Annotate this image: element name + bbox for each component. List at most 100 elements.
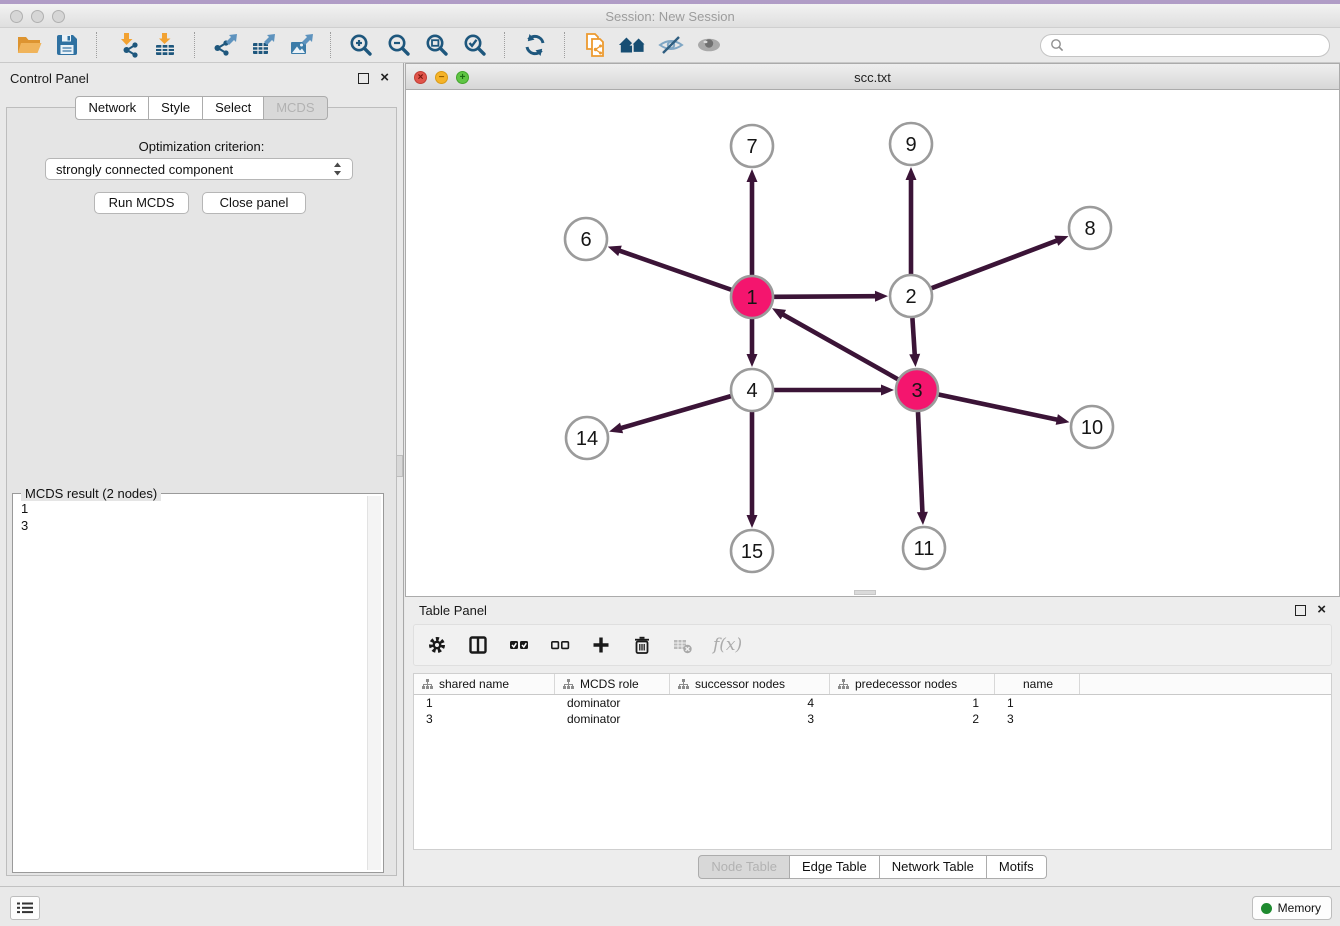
table-row[interactable]: 3dominator323 [414,711,1331,727]
table-cell[interactable]: dominator [555,711,670,727]
eye-slash-icon [658,32,684,58]
refresh-button[interactable] [520,31,550,59]
save-session-button[interactable] [52,31,82,59]
memory-button[interactable]: Memory [1252,896,1332,920]
node-table: shared nameMCDS rolesuccessor nodesprede… [413,673,1332,850]
toolbar-separator [194,32,196,58]
mcds-result-list: 13 [15,498,367,870]
network-file-share-button[interactable] [580,31,610,59]
close-panel-icon[interactable]: × [380,72,389,84]
table-cell[interactable]: 3 [670,711,830,727]
search-box[interactable] [1040,34,1330,57]
column-type-icon [838,679,849,690]
table-cell[interactable]: 3 [995,711,1080,727]
table-panel-title: Table Panel [419,603,487,618]
graph-edge-arrow-icon [1056,414,1070,425]
tab-style[interactable]: Style [149,96,203,120]
select-all-columns-button[interactable] [508,634,530,656]
split-view-icon [468,635,488,655]
table-row[interactable]: 1dominator411 [414,695,1331,711]
graph-edge-2-3[interactable] [912,318,914,356]
graph-edge-1-6[interactable] [618,250,731,290]
splitter-handle-horizontal[interactable] [854,590,876,595]
control-panel-controls: × [358,72,389,84]
column-header-label: name [1023,677,1053,691]
graph-node-label: 10 [1081,417,1103,439]
float-panel-icon[interactable] [1295,605,1306,616]
homes-icon [618,32,648,58]
graph-edge-arrow-icon [875,291,888,302]
tab-select[interactable]: Select [203,96,264,120]
task-history-button[interactable] [10,896,40,920]
splitter-handle-vertical[interactable] [396,455,403,477]
tab-edge-table[interactable]: Edge Table [790,855,880,879]
table-cell[interactable]: 4 [670,695,830,711]
export-image-button[interactable] [286,31,316,59]
hide-details-button[interactable] [656,31,686,59]
tab-motifs[interactable]: Motifs [987,855,1047,879]
import-table-button[interactable] [150,31,180,59]
home-view-button[interactable] [618,31,648,59]
graph-edge-arrow-icon [747,169,758,182]
import-network-icon [114,32,140,58]
column-header-shared-name[interactable]: shared name [414,674,555,694]
graph-edge-2-8[interactable] [932,240,1059,288]
graph-node-label: 11 [914,538,935,560]
tab-network-table[interactable]: Network Table [880,855,987,879]
open-session-button[interactable] [14,31,44,59]
column-header-predecessor-nodes[interactable]: predecessor nodes [830,674,995,694]
export-table-button[interactable] [248,31,278,59]
search-input[interactable] [1070,37,1320,53]
close-panel-button[interactable]: Close panel [202,192,306,214]
show-details-button[interactable] [694,31,724,59]
tab-mcds[interactable]: MCDS [264,96,327,120]
network-canvas[interactable]: 7968124314101511 [405,90,1340,597]
export-network-button[interactable] [210,31,240,59]
tab-network[interactable]: Network [75,96,149,120]
plus-icon [591,635,611,655]
table-cell[interactable]: dominator [555,695,670,711]
graph-edge-1-2[interactable] [774,296,877,297]
zoom-fit-button[interactable] [422,31,452,59]
add-button[interactable] [590,634,612,656]
zoom-out-button[interactable] [384,31,414,59]
table-cell[interactable]: 3 [414,711,555,727]
graph-edge-arrow-icon [881,385,894,396]
column-header-MCDS-role[interactable]: MCDS role [555,674,670,694]
close-panel-icon[interactable]: × [1317,604,1326,616]
table-cell[interactable]: 1 [995,695,1080,711]
delete-button[interactable] [631,634,653,656]
graph-edge-arrow-icon [1054,236,1068,246]
table-cell[interactable]: 1 [830,695,995,711]
column-header-successor-nodes[interactable]: successor nodes [670,674,830,694]
toolbar-separator [564,32,566,58]
zoom-in-button[interactable] [346,31,376,59]
table-cell[interactable]: 2 [830,711,995,727]
zoom-selected-button[interactable] [460,31,490,59]
mcds-result-group: MCDS result (2 nodes) 13 [12,493,384,873]
result-scrollbar[interactable] [367,496,381,870]
split-columns-button[interactable] [467,634,489,656]
graph-node-label: 14 [576,428,598,450]
unchecked-checkboxes-icon [550,635,570,655]
run-mcds-button[interactable]: Run MCDS [94,192,189,214]
graph-edge-4-14[interactable] [620,396,731,428]
criterion-dropdown[interactable]: strongly connected component [45,158,353,180]
table-settings-button[interactable] [426,634,448,656]
import-network-button[interactable] [112,31,142,59]
refresh-icon [522,32,548,58]
graph-edge-3-1[interactable] [782,314,898,380]
zoom-selected-icon [462,32,488,58]
network-canvas-svg: 7968124314101511 [406,90,1339,595]
export-table-icon [250,32,276,58]
column-header-name[interactable]: name [995,674,1080,694]
network-title-bar: × − + scc.txt [405,63,1340,90]
float-panel-icon[interactable] [358,73,369,84]
network-file-icon [582,32,608,58]
deselect-all-columns-button[interactable] [549,634,571,656]
graph-edge-3-11[interactable] [918,412,923,514]
graph-edge-3-10[interactable] [939,395,1059,420]
table-tabs: Node TableEdge TableNetwork TableMotifs [405,855,1340,879]
table-cell[interactable]: 1 [414,695,555,711]
tab-node-table[interactable]: Node Table [698,855,790,879]
